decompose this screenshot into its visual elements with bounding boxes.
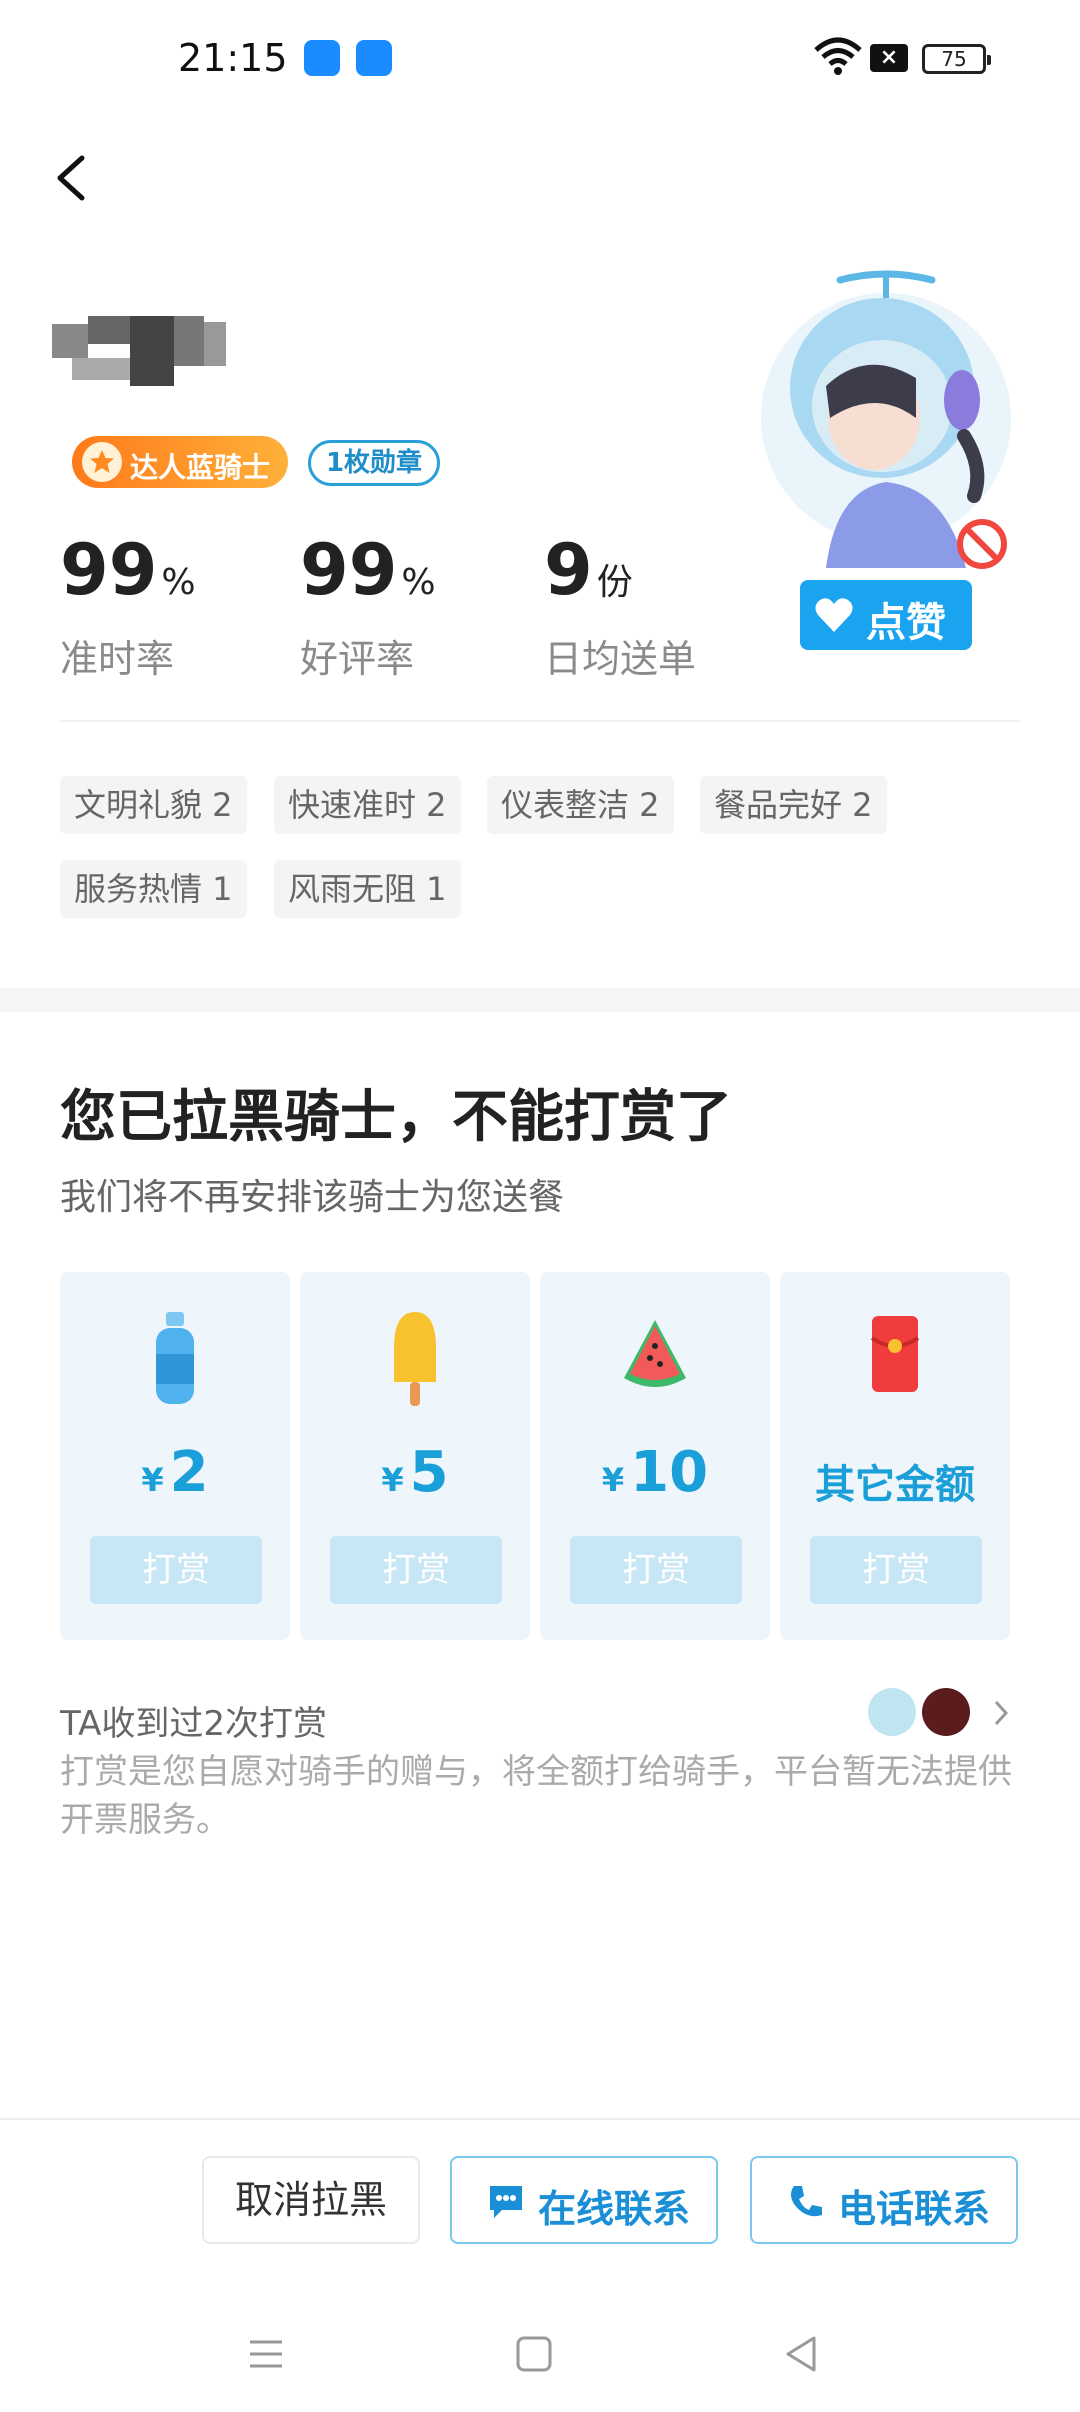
tip-button[interactable]: 打赏 <box>90 1536 262 1604</box>
status-time: 21:15 <box>178 36 288 80</box>
battery-level: 75 <box>941 47 967 71</box>
tip-amount: ¥10 <box>540 1440 770 1505</box>
stat-unit: % <box>401 562 436 603</box>
stat-label: 日均送单 <box>544 637 697 681</box>
rider-level-badge: 达人蓝骑士 <box>72 436 288 488</box>
avatar <box>922 1688 970 1736</box>
tip-button[interactable]: 打赏 <box>330 1536 502 1604</box>
back-triangle-icon[interactable] <box>772 2324 832 2384</box>
avatar <box>868 1688 916 1736</box>
amount-value: 2 <box>169 1440 209 1505</box>
system-nav-bar <box>0 2300 1080 2412</box>
divider <box>60 720 1020 722</box>
phone-contact-button[interactable]: 电话联系 <box>750 2156 1018 2244</box>
star-icon <box>82 442 122 482</box>
stat-ontime: 99% 准时率 <box>60 530 196 683</box>
currency-symbol: ¥ <box>381 1461 404 1499</box>
like-button-label: 点赞 <box>866 600 946 646</box>
heart-icon <box>815 598 853 632</box>
review-tag: 服务热情 1 <box>60 860 247 918</box>
tip-amount: ¥5 <box>300 1440 530 1505</box>
amount-value: 5 <box>409 1440 449 1505</box>
stat-label: 好评率 <box>300 637 415 681</box>
tip-amount: ¥2 <box>60 1440 290 1505</box>
watermelon-icon <box>624 1320 686 1387</box>
chat-icon <box>490 2186 522 2218</box>
tipper-avatars[interactable] <box>864 1688 1014 1740</box>
review-tag: 餐品完好 2 <box>700 776 887 834</box>
review-tag: 风雨无阻 1 <box>274 860 461 918</box>
currency-symbol: ¥ <box>601 1461 625 1499</box>
popsicle-icon <box>394 1312 436 1406</box>
amount-value: 10 <box>630 1440 709 1505</box>
blocked-subtitle: 我们将不再安排该骑士为您送餐 <box>60 1177 565 1218</box>
stat-unit: % <box>161 562 196 603</box>
tip-amount: 其它金额 <box>815 1462 975 1508</box>
like-button[interactable]: 点赞 <box>800 580 972 650</box>
phone-contact-label: 电话联系 <box>838 2187 991 2231</box>
stat-value: 99 <box>60 529 158 611</box>
rider-name-redacted <box>52 316 252 386</box>
red-envelope-icon <box>870 1316 920 1392</box>
blocked-title: 您已拉黑骑士，不能打赏了 <box>60 1085 732 1150</box>
section-separator <box>0 988 1080 1012</box>
stat-label: 准时率 <box>60 637 175 681</box>
rider-level-label: 达人蓝骑士 <box>130 451 271 484</box>
online-contact-button[interactable]: 在线联系 <box>450 2156 718 2244</box>
medal-count-badge[interactable]: 1枚勋章 <box>308 440 440 486</box>
water-bottle-icon <box>156 1312 194 1404</box>
stat-unit: 份 <box>596 562 633 603</box>
currency-symbol: ¥ <box>141 1461 164 1499</box>
unblock-button[interactable]: 取消拉黑 <box>202 2156 420 2244</box>
tip-button[interactable]: 打赏 <box>570 1536 742 1604</box>
home-icon[interactable] <box>504 2324 564 2384</box>
status-bar: 21:15 × 75 <box>0 0 1080 120</box>
tip-button[interactable]: 打赏 <box>810 1536 982 1604</box>
review-tag: 文明礼貌 2 <box>60 776 247 834</box>
menu-icon[interactable] <box>236 2324 296 2384</box>
review-tag: 仪表整洁 2 <box>487 776 674 834</box>
wifi-icon <box>814 37 862 75</box>
tip-count[interactable]: TA收到过2次打赏 <box>60 1696 327 1745</box>
back-arrow-icon[interactable] <box>44 148 104 208</box>
tip-option-10: ¥10 打赏 <box>540 1272 770 1640</box>
tip-disclaimer: 打赏是您自愿对骑手的赠与，将全额打给骑手，平台暂无法提供开票服务。 <box>60 1752 1012 1840</box>
divider <box>0 2118 1080 2120</box>
tip-option-other: 其它金额 打赏 <box>780 1272 1010 1640</box>
stat-rating: 99% 好评率 <box>300 530 436 683</box>
tip-option-2: ¥2 打赏 <box>60 1272 290 1640</box>
stat-daily-orders: 9份 日均送单 <box>544 530 696 683</box>
battery-icon: 75 <box>922 44 991 74</box>
blocked-icon <box>957 519 1007 569</box>
eleme-app-icon <box>304 40 340 76</box>
sim-disabled-icon: × <box>870 44 908 72</box>
chevron-right-icon <box>994 1700 1009 1726</box>
review-tag: 快速准时 2 <box>274 776 461 834</box>
shield-app-icon <box>356 40 392 76</box>
stat-value: 9 <box>544 529 593 611</box>
phone-icon <box>791 2186 822 2217</box>
stat-value: 99 <box>300 529 398 611</box>
online-contact-label: 在线联系 <box>538 2187 691 2231</box>
tip-option-5: ¥5 打赏 <box>300 1272 530 1640</box>
